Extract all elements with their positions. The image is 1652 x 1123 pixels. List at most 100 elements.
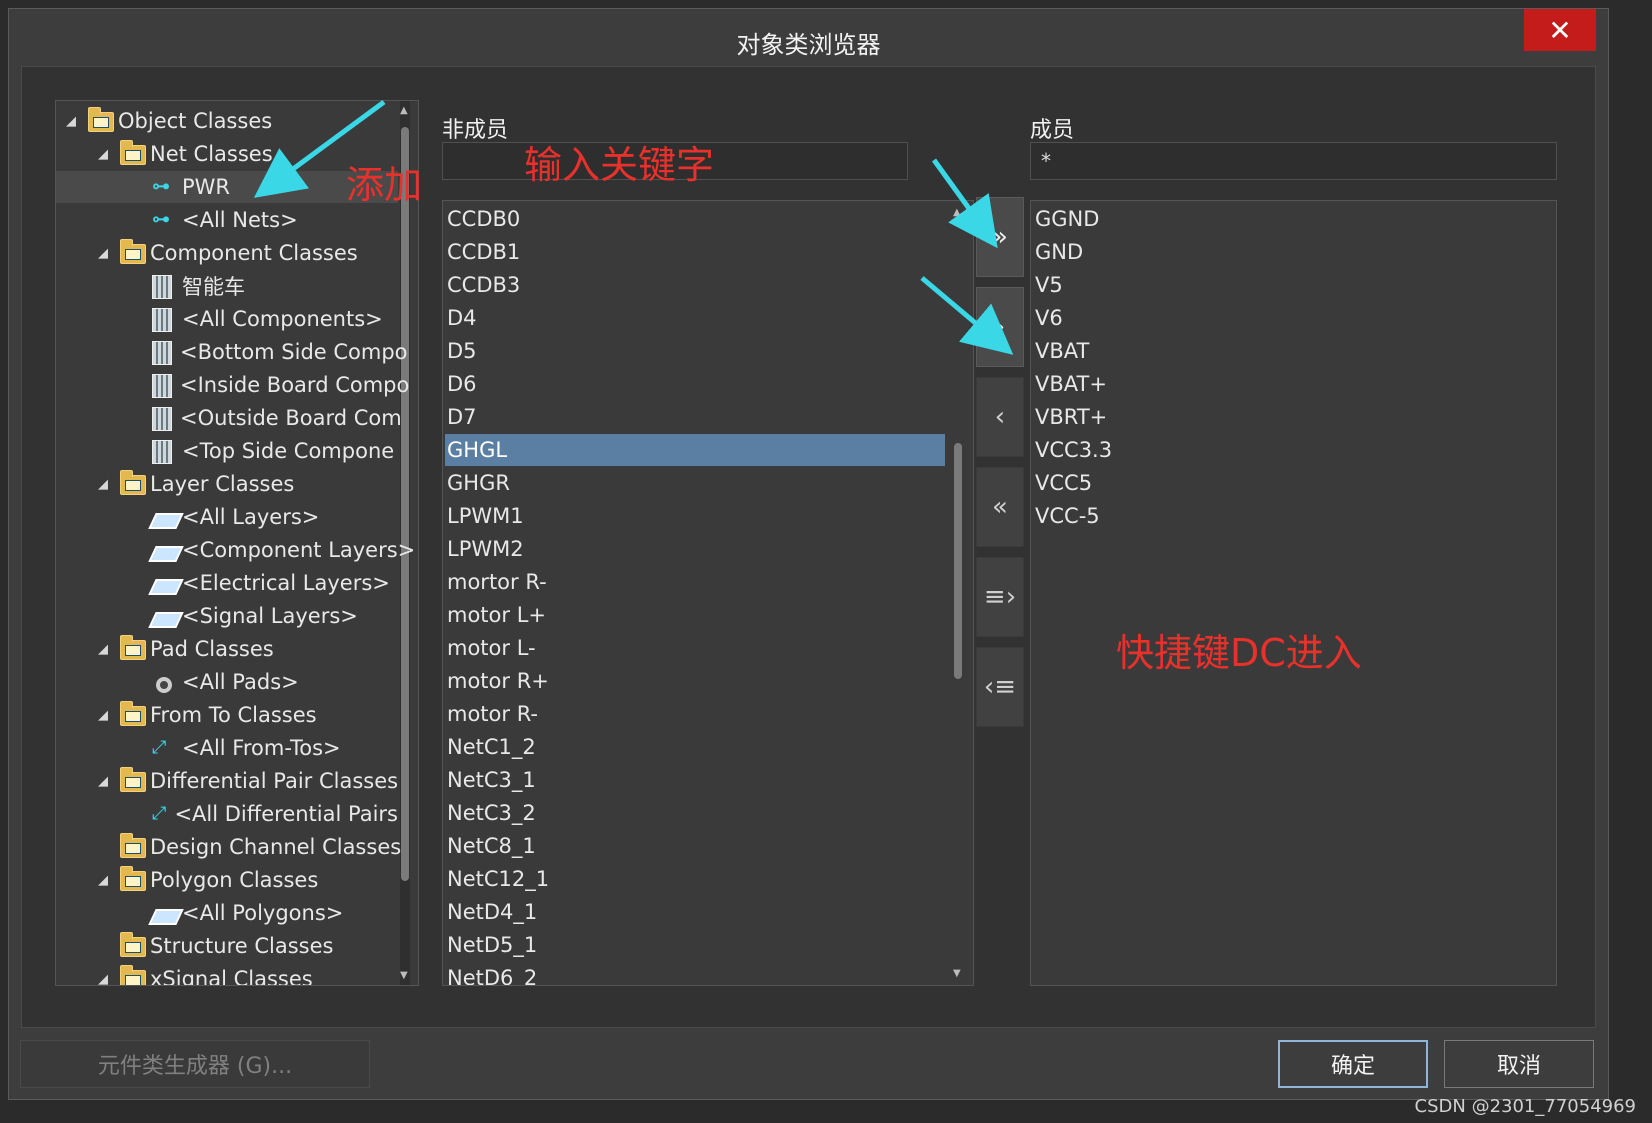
non-member-item[interactable]: GHGL <box>445 434 945 466</box>
scroll-down-icon[interactable]: ▼ <box>400 970 408 981</box>
member-item[interactable]: V6 <box>1033 302 1554 334</box>
tree-item[interactable]: ◢ xSignal Classes <box>56 963 398 986</box>
net-class-icon: ⊶ <box>152 176 170 197</box>
tree-item[interactable]: ◢ From To Classes <box>56 699 398 731</box>
component-icon <box>152 407 176 431</box>
title-bar[interactable]: 对象类浏览器 ✕ <box>9 9 1608 71</box>
expand-toggle-icon[interactable]: ◢ <box>98 642 112 657</box>
non-member-item[interactable]: D5 <box>445 335 945 367</box>
non-member-item[interactable]: CCDB3 <box>445 269 945 301</box>
tree-item-label: <All Polygons> <box>182 901 344 925</box>
tree-item[interactable]: Structure Classes <box>56 930 398 962</box>
member-item[interactable]: V5 <box>1033 269 1554 301</box>
non-members-label: 非成员 <box>442 118 509 143</box>
component-class-generator-button[interactable]: 元件类生成器 (G)... <box>20 1040 370 1088</box>
tree-item[interactable]: <Top Side Compone <box>56 435 398 467</box>
layer-icon <box>148 506 184 529</box>
tree-item[interactable]: ◢ Pad Classes <box>56 633 398 665</box>
expand-toggle-icon[interactable]: ◢ <box>98 873 112 888</box>
non-member-item[interactable]: NetD5_1 <box>445 929 945 961</box>
non-member-item[interactable]: LPWM1 <box>445 500 945 532</box>
tree-item-label: From To Classes <box>150 703 317 727</box>
tree-item-label: <Inside Board Compo <box>180 373 410 397</box>
member-item[interactable]: VBAT+ <box>1033 368 1554 400</box>
tree-item[interactable]: <All Layers> <box>56 501 398 533</box>
pad-icon <box>152 671 178 693</box>
remove-filtered-button[interactable]: ‹≡ <box>976 647 1024 727</box>
tree-item-label: <All Layers> <box>182 505 320 529</box>
non-member-item[interactable]: NetC1_2 <box>445 731 945 763</box>
tree-item[interactable]: <All Pads> <box>56 666 398 698</box>
tree-item[interactable]: Design Channel Classes <box>56 831 401 863</box>
remove-all-button[interactable]: « <box>976 467 1024 547</box>
scroll-up-icon[interactable]: ▲ <box>400 105 408 116</box>
scroll-up-icon[interactable]: ▲ <box>953 207 961 218</box>
ok-button[interactable]: 确定 <box>1278 1040 1428 1088</box>
tree-item[interactable]: <All Polygons> <box>56 897 398 929</box>
expand-toggle-icon[interactable]: ◢ <box>98 246 112 261</box>
add-all-button[interactable]: » <box>976 197 1024 277</box>
tree-scroll-thumb[interactable] <box>401 127 409 881</box>
member-item[interactable]: VCC5 <box>1033 467 1554 499</box>
non-member-item[interactable]: motor R+ <box>445 665 945 697</box>
non-member-item[interactable]: NetC3_1 <box>445 764 945 796</box>
expand-toggle-icon[interactable]: ◢ <box>98 774 112 789</box>
cancel-button[interactable]: 取消 <box>1444 1040 1594 1088</box>
expand-toggle-icon[interactable]: ◢ <box>98 477 112 492</box>
non-member-item[interactable]: motor R- <box>445 698 945 730</box>
member-item[interactable]: GND <box>1033 236 1554 268</box>
non-member-item[interactable]: CCDB0 <box>445 203 945 235</box>
tree-item[interactable]: <Outside Board Com <box>56 402 402 434</box>
non-member-item[interactable]: motor L+ <box>445 599 945 631</box>
tree-item[interactable]: <Inside Board Compo <box>56 369 409 401</box>
member-item[interactable]: GGND <box>1033 203 1554 235</box>
tree-item[interactable]: <Electrical Layers> <box>56 567 398 599</box>
add-filtered-button[interactable]: ≡› <box>976 557 1024 637</box>
member-item[interactable]: VCC3.3 <box>1033 434 1554 466</box>
expand-toggle-icon[interactable]: ◢ <box>98 972 112 986</box>
member-item[interactable]: VCC-5 <box>1033 500 1554 532</box>
expand-toggle-icon[interactable]: ◢ <box>98 147 112 162</box>
tree-item[interactable]: ◢ Layer Classes <box>56 468 398 500</box>
expand-toggle-icon[interactable]: ◢ <box>98 708 112 723</box>
non-member-item[interactable]: NetD6_2 <box>445 962 945 985</box>
tree-item[interactable]: <Component Layers> <box>56 534 415 566</box>
non-member-item[interactable]: GHGR <box>445 467 945 499</box>
tree-item-label: <All From-Tos> <box>182 736 341 760</box>
non-member-item[interactable]: CCDB1 <box>445 236 945 268</box>
close-button[interactable]: ✕ <box>1524 9 1596 51</box>
tree-item[interactable]: ◢ Polygon Classes <box>56 864 398 896</box>
tree-item[interactable]: <Signal Layers> <box>56 600 398 632</box>
non-members-scrollbar[interactable]: ▲ ▼ <box>953 201 963 985</box>
non-member-item[interactable]: NetC8_1 <box>445 830 945 862</box>
tree-item[interactable]: ◢ Differential Pair Classes <box>56 765 398 797</box>
tree-item[interactable]: <Bottom Side Compo <box>56 336 408 368</box>
non-member-item[interactable]: NetC3_2 <box>445 797 945 829</box>
scroll-down-icon[interactable]: ▼ <box>953 968 961 979</box>
tree-item[interactable]: <All Components> <box>56 303 398 335</box>
tree-item[interactable]: 智能车 <box>56 270 398 302</box>
layer-icon <box>148 902 184 925</box>
member-item[interactable]: VBRT+ <box>1033 401 1554 433</box>
non-member-item[interactable]: D6 <box>445 368 945 400</box>
remove-selected-button[interactable]: ‹ <box>976 377 1024 457</box>
member-item[interactable]: VBAT <box>1033 335 1554 367</box>
tree-item[interactable]: ◢ Component Classes <box>56 237 398 269</box>
non-member-item[interactable]: LPWM2 <box>445 533 945 565</box>
non-member-item[interactable]: mortor R- <box>445 566 945 598</box>
non-member-item[interactable]: motor L- <box>445 632 945 664</box>
expand-toggle-icon[interactable]: ◢ <box>66 114 80 129</box>
non-member-item[interactable]: NetC12_1 <box>445 863 945 895</box>
annotation-shortcut: 快捷键DC进入 <box>1116 631 1362 675</box>
tree-item[interactable]: ⤢ <All From-Tos> <box>56 732 398 764</box>
tree-item[interactable]: ⤢ <All Differential Pairs <box>56 798 398 830</box>
add-selected-button[interactable]: › <box>976 287 1024 367</box>
non-member-item[interactable]: D7 <box>445 401 945 433</box>
tree-item-label: Layer Classes <box>150 472 295 496</box>
tree-item[interactable]: ◢ Object Classes <box>56 105 398 137</box>
non-members-scroll-thumb[interactable] <box>954 443 962 679</box>
members-search-input[interactable]: * <box>1030 142 1557 180</box>
non-member-item[interactable]: NetD4_1 <box>445 896 945 928</box>
tree-item-label: <All Differential Pairs <box>174 802 398 826</box>
non-member-item[interactable]: D4 <box>445 302 945 334</box>
